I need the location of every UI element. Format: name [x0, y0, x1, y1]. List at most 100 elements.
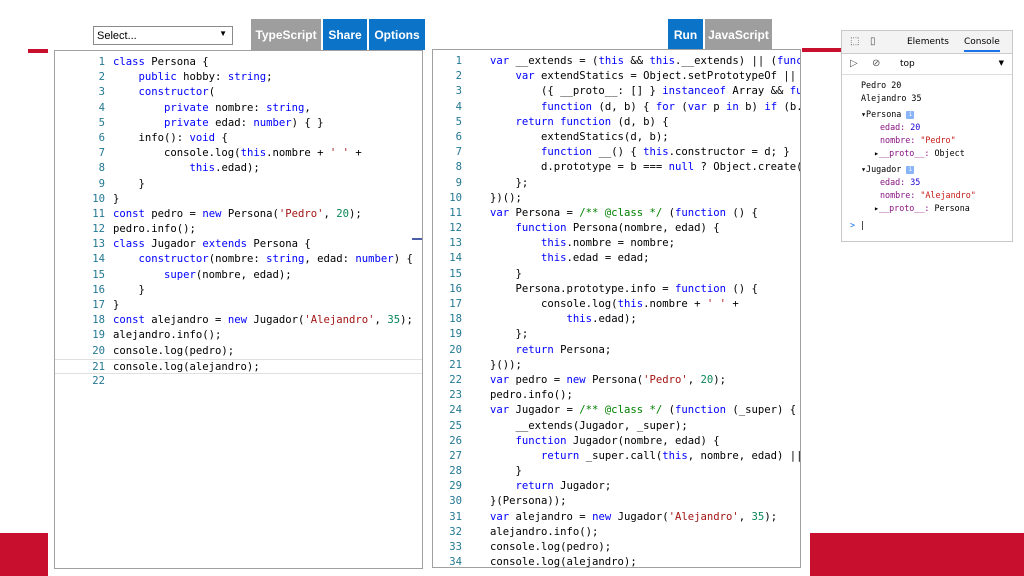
line-number: 3 [98, 86, 105, 99]
line-number: 11 [92, 207, 105, 220]
code-token: /** @class */ [579, 206, 669, 219]
line-number: 2 [455, 70, 462, 83]
code-token: 20 [336, 207, 350, 220]
typescript-editor[interactable]: 1 class Persona {2 public hobby: string; 3… [54, 50, 423, 569]
tab-console[interactable]: Console [964, 37, 1000, 52]
clear-console-icon[interactable]: ⊘ [872, 58, 880, 69]
device-toggle-icon[interactable]: ▯ [870, 36, 876, 47]
code-token: d.prototype = b === [490, 161, 669, 174]
code-token: nombre: [215, 101, 267, 114]
tab-elements[interactable]: Elements [907, 37, 949, 47]
object-header[interactable]: ▾Persona i [842, 108, 1012, 121]
code-token: if [764, 100, 784, 113]
console-prompt[interactable]: > | [842, 219, 1012, 232]
context-select[interactable]: top [900, 59, 915, 69]
object-header[interactable]: ▾Jugador i [842, 163, 1012, 176]
line-text: console.log(this.nombre + ' ' + [490, 297, 739, 312]
code-token: pedro.info(); [490, 389, 573, 402]
code-token: (b.ha [783, 100, 800, 113]
object-proto[interactable]: ▸__proto__: Persona [842, 202, 1012, 215]
line-number: 18 [449, 313, 462, 326]
code-token: class [113, 238, 152, 251]
code-token: 20 [700, 373, 714, 386]
code-line: 13 this.nombre = nombre; [433, 236, 800, 251]
code-token: + [726, 298, 739, 310]
code-token: this [566, 313, 593, 326]
code-token: pedro = [151, 207, 203, 220]
object-proto[interactable]: ▸__proto__: Object [842, 147, 1012, 160]
options-button[interactable]: Options [369, 19, 425, 50]
code-token: alejandro.info(); [490, 525, 599, 538]
line-text: } [113, 192, 119, 207]
code-line: 6 info(): void { [55, 131, 422, 146]
devtools-tabs: ⬚ ▯ Elements Console [842, 31, 1012, 54]
code-token: }()); [490, 358, 522, 371]
code-token: function [541, 100, 599, 113]
prop-key: __proto__: [879, 203, 930, 213]
line-text: } [113, 283, 145, 298]
code-line: 34 console.log(alejandro); [433, 555, 800, 568]
code-token: number [355, 253, 394, 266]
code-line: 1 var __extends = (this && this.__extends… [433, 54, 800, 69]
code-line: 7 function __() { this.constructor = d; … [433, 145, 800, 160]
line-number: 2 [98, 71, 105, 84]
prop-value: 35 [910, 177, 921, 187]
line-text: ({ __proto__: [] } instanceof Array && f… [490, 84, 800, 99]
code-token: Jugador [151, 238, 203, 251]
prop-key: __proto__: [879, 148, 930, 158]
prop-value: 20 [910, 122, 921, 132]
red-bar-top-left [28, 49, 48, 53]
code-token: this [598, 55, 631, 67]
code-token: console.log(alejandro); [113, 360, 260, 373]
code-line: 9 } [55, 177, 422, 192]
line-text: console.log(alejandro); [113, 360, 260, 375]
line-number: 24 [449, 404, 462, 417]
code-token: this [617, 298, 644, 310]
line-text: } [490, 464, 522, 479]
line-number: 14 [92, 253, 105, 266]
code-token: return function [515, 115, 618, 128]
code-token: string [266, 253, 305, 266]
code-token: .__extends) || ( [674, 55, 778, 67]
line-number: 18 [92, 314, 105, 327]
object-name: Persona [866, 109, 902, 119]
code-token: alejandro = [515, 510, 593, 523]
javascript-output-editor[interactable]: 1 var __extends = (this && this.__extends… [432, 49, 801, 568]
code-token: , [374, 314, 388, 327]
line-number: 4 [98, 101, 105, 114]
inspect-icon[interactable]: ⬚ [850, 36, 859, 47]
example-select[interactable]: Select... ▼ [93, 26, 233, 45]
javascript-code: 1 var __extends = (this && this.__extends… [433, 54, 800, 568]
share-button[interactable]: Share [323, 19, 367, 50]
code-token: + [349, 147, 362, 160]
line-text: alejandro.info(); [113, 328, 221, 343]
sidebar-toggle-icon[interactable]: ▷ [850, 58, 858, 69]
context-chevron-icon: ▼ [998, 59, 1004, 67]
code-token: constructor [138, 253, 209, 266]
line-number: 8 [455, 161, 462, 174]
line-text: return Persona; [490, 343, 612, 358]
line-text: info(): void { [113, 131, 228, 146]
code-token: ' ' [706, 298, 726, 310]
code-token: Persona(nombre, edad) { [572, 222, 720, 235]
run-button[interactable]: Run [668, 19, 703, 50]
line-text: function Persona(nombre, edad) { [490, 221, 720, 236]
line-text: return Jugador; [490, 479, 612, 494]
code-line: 15 } [433, 267, 800, 282]
code-token: } [113, 192, 120, 205]
code-token: return [541, 449, 586, 462]
code-token: 35 [387, 314, 401, 327]
line-number: 30 [449, 495, 462, 508]
code-token: ); [764, 510, 778, 523]
code-token: info(): [113, 131, 190, 144]
code-token: console.log(pedro); [490, 541, 612, 553]
code-token: console.log(alejandro); [490, 556, 637, 568]
code-line: 1 class Persona { [55, 55, 422, 70]
